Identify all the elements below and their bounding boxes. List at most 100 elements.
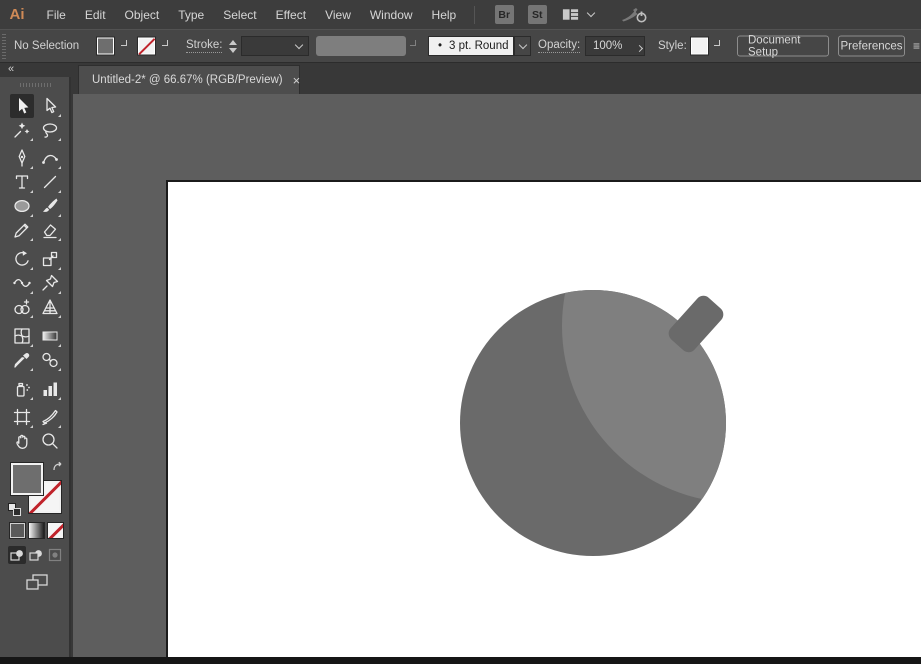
bridge-button[interactable]: Br: [494, 5, 514, 24]
swap-fill-stroke-icon[interactable]: [51, 460, 66, 475]
chevron-down-icon[interactable]: [294, 40, 304, 50]
stepper-up-icon[interactable]: [228, 39, 237, 45]
menu-type[interactable]: Type: [169, 0, 214, 29]
opacity-value: 100%: [593, 40, 623, 52]
fill-color-swatch[interactable]: [96, 36, 115, 56]
stroke-weight-dropdown[interactable]: [241, 36, 309, 56]
shape-builder-icon: [14, 299, 30, 315]
change-screen-mode-button[interactable]: [24, 571, 50, 596]
direct-selection-icon: [46, 97, 57, 114]
curvature-tool[interactable]: [38, 146, 62, 170]
chevron-down-icon[interactable]: [586, 8, 595, 18]
fill-color-control[interactable]: [10, 462, 44, 496]
pen-tool[interactable]: [10, 146, 34, 170]
canvas-area[interactable]: [73, 94, 921, 657]
line-segment-icon: [43, 175, 57, 189]
window-bottom-edge: [0, 657, 921, 664]
tab-close-icon[interactable]: ×: [293, 74, 301, 87]
shape-builder-tool[interactable]: [10, 295, 34, 319]
stroke-chevron-icon[interactable]: [162, 40, 168, 46]
stroke-weight-stepper[interactable]: [227, 37, 238, 55]
free-transform-tool[interactable]: [38, 271, 62, 295]
mesh-tool[interactable]: [10, 324, 34, 348]
none-mode-button[interactable]: [47, 522, 64, 539]
line-segment-tool[interactable]: [38, 170, 62, 194]
slice-tool[interactable]: [38, 405, 62, 429]
color-mode-button[interactable]: [9, 522, 26, 539]
panel-menu-icon[interactable]: ≡: [913, 39, 921, 53]
type-icon: [15, 175, 29, 189]
stock-button[interactable]: St: [527, 5, 547, 24]
document-setup-button[interactable]: Document Setup: [737, 34, 829, 58]
panel-grip[interactable]: [2, 33, 6, 59]
eyedropper-icon: [14, 352, 30, 368]
eyedropper-tool[interactable]: [10, 348, 34, 372]
app-logo: Ai: [9, 6, 25, 23]
stepper-down-icon[interactable]: [228, 47, 237, 53]
pen-icon: [18, 149, 26, 167]
gradient-mode-button[interactable]: [28, 522, 45, 539]
rotate-tool[interactable]: [10, 247, 34, 271]
scale-tool[interactable]: [38, 247, 62, 271]
workspace-switcher-icon: [562, 9, 578, 20]
magic-wand-tool[interactable]: [10, 118, 34, 142]
type-tool[interactable]: [10, 170, 34, 194]
collapse-panel-icon[interactable]: «: [8, 63, 14, 75]
menu-file[interactable]: File: [37, 0, 75, 29]
selection-tool[interactable]: [10, 94, 34, 118]
column-graph-tool[interactable]: [38, 377, 62, 401]
screen-mode-icon: [26, 574, 48, 590]
draw-behind-icon: [29, 550, 42, 561]
hand-tool[interactable]: [10, 429, 34, 453]
fill-chevron-icon[interactable]: [121, 40, 127, 46]
eraser-tool[interactable]: [38, 218, 62, 242]
width-profile-dropdown: [316, 36, 406, 56]
workspace-switcher[interactable]: [561, 5, 595, 24]
direct-selection-tool[interactable]: [38, 94, 62, 118]
draw-inside-icon: [48, 548, 62, 562]
draw-normal-button[interactable]: [8, 546, 26, 564]
tools-panel-grip[interactable]: [20, 83, 51, 87]
gradient-tool[interactable]: [38, 324, 62, 348]
default-fill-stroke-icon[interactable]: [8, 503, 21, 516]
lasso-tool[interactable]: [38, 118, 62, 142]
menu-edit[interactable]: Edit: [75, 0, 115, 29]
lasso-icon: [42, 123, 58, 138]
artboard-icon: [13, 408, 31, 426]
draw-inside-button[interactable]: [46, 546, 64, 564]
ellipse-tool[interactable]: [10, 194, 34, 218]
menu-window[interactable]: Window: [360, 0, 422, 29]
symbol-sprayer-tool[interactable]: [10, 377, 34, 401]
menu-effect[interactable]: Effect: [266, 0, 315, 29]
brush-definition-chevron[interactable]: [514, 36, 531, 56]
opacity-field[interactable]: 100%: [585, 36, 645, 56]
preferences-button[interactable]: Preferences: [838, 35, 905, 57]
blend-tool[interactable]: [38, 348, 62, 372]
brush-definition-value: 3 pt. Round: [449, 40, 509, 52]
document-tab-title: Untitled-2* @ 66.67% (RGB/Preview): [92, 74, 283, 86]
style-label: Style:: [658, 40, 687, 52]
width-tool[interactable]: [10, 271, 34, 295]
draw-normal-icon: [10, 550, 23, 561]
gradient-icon: [42, 331, 58, 341]
stroke-color-swatch[interactable]: [137, 36, 156, 56]
style-chevron-icon[interactable]: [714, 40, 720, 46]
menu-select[interactable]: Select: [214, 0, 266, 29]
stroke-weight-label[interactable]: Stroke:: [186, 39, 223, 53]
menu-help[interactable]: Help: [422, 0, 466, 29]
brush-definition-field[interactable]: • 3 pt. Round: [428, 36, 514, 56]
style-swatch[interactable]: [690, 36, 709, 56]
menu-view[interactable]: View: [316, 0, 361, 29]
menu-object[interactable]: Object: [115, 0, 169, 29]
artboard-tool[interactable]: [10, 405, 34, 429]
draw-behind-button[interactable]: [27, 546, 45, 564]
paintbrush-tool[interactable]: [38, 194, 62, 218]
perspective-grid-tool[interactable]: [38, 295, 62, 319]
pencil-tool[interactable]: [10, 218, 34, 242]
zoom-tool[interactable]: [38, 429, 62, 453]
document-tab[interactable]: Untitled-2* @ 66.67% (RGB/Preview) ×: [78, 65, 300, 94]
opacity-label[interactable]: Opacity:: [538, 39, 581, 53]
scale-icon: [42, 251, 58, 267]
gpu-performance[interactable]: [620, 5, 650, 25]
menu-bar: Ai File Edit Object Type Select Effect V…: [0, 0, 921, 29]
